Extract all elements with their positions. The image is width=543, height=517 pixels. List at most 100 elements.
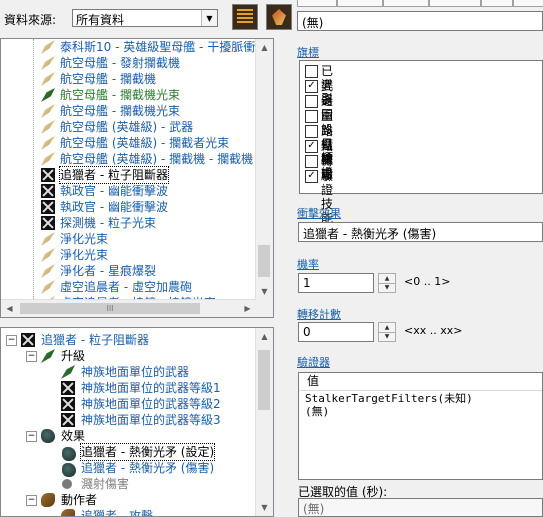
- validator-list[interactable]: 值 StalkerTargetFilters(未知) (無): [298, 372, 543, 480]
- top-tree-vscroll[interactable]: ▲ ▼: [255, 39, 273, 317]
- unchecked-icon[interactable]: [305, 155, 318, 168]
- transfer-count-input[interactable]: 0: [298, 322, 374, 342]
- transfer-count-value: 0: [303, 325, 311, 339]
- validator-column-header[interactable]: 值: [299, 373, 542, 391]
- hscroll-thumb[interactable]: III: [20, 303, 200, 314]
- crossed-blades-icon: [41, 200, 55, 214]
- chance-value: 1: [303, 276, 311, 290]
- scroll-thumb[interactable]: [258, 245, 270, 277]
- tab-2[interactable]: [337, 0, 383, 7]
- checked-icon[interactable]: ✓: [305, 170, 318, 183]
- tree-root[interactable]: 追獵者 - 粒子阻斷器: [41, 332, 149, 348]
- actor-header[interactable]: 動作者: [61, 492, 97, 508]
- list-item[interactable]: 淨化者 - 星痕爆裂: [60, 263, 156, 279]
- leaf-icon: [41, 88, 55, 102]
- list-item[interactable]: 淨化光束: [60, 231, 108, 247]
- crossed-blades-icon: [41, 216, 55, 230]
- checked-icon[interactable]: ✓: [305, 80, 318, 93]
- collapse-icon[interactable]: −: [26, 431, 37, 442]
- tab-4[interactable]: [429, 0, 481, 7]
- list-item[interactable]: 淨化光束: [60, 247, 108, 263]
- unchecked-icon[interactable]: [305, 65, 318, 78]
- chance-stepper[interactable]: ▲ ▼: [378, 273, 396, 293]
- list-item[interactable]: 航空母艦 (英雄級) - 武器: [60, 119, 193, 135]
- list-item[interactable]: 神族地面單位的武器: [81, 364, 189, 380]
- feather-icon: [41, 72, 55, 86]
- list-item[interactable]: StalkerTargetFilters(未知): [305, 392, 473, 405]
- scroll-down-icon[interactable]: ▼: [256, 499, 273, 516]
- list-item[interactable]: 執政官 - 幽能衝擊波: [60, 199, 168, 215]
- scroll-left-icon[interactable]: ◀: [1, 300, 18, 317]
- list-item[interactable]: 追獵者 - 熱衡光矛 (設定): [79, 443, 216, 461]
- list-item[interactable]: 追獵者 - 攻擊: [81, 508, 153, 516]
- table-view-button[interactable]: [232, 4, 258, 30]
- effect-icon: [62, 479, 72, 489]
- collapse-icon[interactable]: −: [26, 351, 37, 362]
- weapon-list[interactable]: 泰科斯10 - 英雄級聖母艦 - 干擾脈衝 航空母艦 - 發射攔截機 航空母艦 - …: [0, 38, 274, 318]
- unchecked-icon[interactable]: [305, 110, 318, 123]
- flags-label: 旗標: [297, 46, 319, 59]
- grip-icon: III: [106, 304, 114, 313]
- filter-button[interactable]: [266, 4, 292, 30]
- details-tree[interactable]: − 追獵者 - 粒子阻斷器 − 升級 神族地面單位的武器 神族地面單位的武器等級1 神族地面…: [0, 327, 274, 517]
- stepper-down-icon[interactable]: ▼: [379, 332, 395, 341]
- list-item[interactable]: 航空母艦 - 發射攔截機: [60, 55, 180, 71]
- collapse-icon[interactable]: −: [6, 335, 17, 346]
- list-item[interactable]: 航空母艦 (英雄級) - 攔截者光束: [60, 135, 229, 151]
- list-item[interactable]: 濺射傷害: [81, 476, 129, 492]
- upgrade-header[interactable]: 升級: [61, 348, 85, 364]
- list-item[interactable]: 神族地面單位的武器等級1: [81, 380, 221, 396]
- scroll-right-icon[interactable]: ▶: [239, 300, 256, 317]
- chance-input[interactable]: 1: [298, 273, 374, 293]
- list-item[interactable]: 執政官 - 幽能衝擊波: [60, 183, 168, 199]
- top-tree-hscroll[interactable]: ◀ III ▶: [1, 299, 256, 317]
- scroll-up-icon[interactable]: ▲: [256, 39, 273, 56]
- validator-label: 驗證器: [297, 356, 330, 369]
- list-item[interactable]: 神族地面單位的武器等級3: [81, 412, 221, 428]
- selected-value-field: (無): [298, 498, 543, 517]
- chevron-down-icon[interactable]: ▼: [201, 10, 217, 26]
- source-select[interactable]: 所有資料 ▼: [72, 9, 218, 27]
- list-item[interactable]: 探測機 - 粒子光束: [60, 215, 156, 231]
- collapse-icon[interactable]: −: [26, 495, 37, 506]
- list-item[interactable]: 追獵者 - 熱衡光矛 (傷害): [81, 460, 214, 476]
- transfer-count-stepper[interactable]: ▲ ▼: [378, 322, 396, 342]
- source-label: 資料來源:: [4, 13, 57, 27]
- header-field[interactable]: (無): [297, 11, 543, 31]
- stepper-down-icon[interactable]: ▼: [379, 283, 395, 292]
- flags-list[interactable]: 已導引 ✓ 武器 返回 重設目標 路徑驗證 ✓ 點撤退 轉移 ✓ 驗證技能: [299, 60, 543, 225]
- list-item[interactable]: 神族地面單位的武器等級2: [81, 396, 221, 412]
- crossed-blades-icon: [61, 413, 75, 427]
- list-item[interactable]: 航空母艦 - 攔截機: [60, 71, 156, 87]
- list-item[interactable]: 航空母艦 - 攔截機光束: [60, 103, 180, 119]
- crossed-blades-icon: [21, 333, 35, 347]
- effect-header[interactable]: 效果: [61, 428, 85, 444]
- crossed-blades-icon: [41, 168, 55, 182]
- list-item[interactable]: (無): [305, 405, 473, 418]
- tab-6[interactable]: [513, 0, 543, 7]
- table-icon: [237, 9, 253, 25]
- list-item[interactable]: 航空母艦 - 攔截機光束: [60, 87, 180, 103]
- list-item[interactable]: 追獵者 - 粒子阻斷器: [59, 166, 169, 184]
- effect-icon: [62, 463, 76, 477]
- tab-5[interactable]: [481, 0, 513, 7]
- scroll-up-icon[interactable]: ▲: [256, 328, 273, 345]
- impact-effect-field[interactable]: 追獵者 - 熱衡光矛 (傷害): [298, 222, 543, 242]
- unchecked-icon[interactable]: [305, 95, 318, 108]
- list-item[interactable]: 航空母艦 (英雄級) - 攔截機 - 攔截機: [60, 151, 253, 167]
- checked-icon[interactable]: ✓: [305, 140, 318, 153]
- tab-3[interactable]: [383, 0, 429, 7]
- scroll-thumb[interactable]: [258, 350, 270, 410]
- feather-icon: [41, 40, 55, 54]
- bottom-tree-vscroll[interactable]: ▲ ▼: [255, 328, 273, 516]
- list-item[interactable]: 虛空追晨者 - 虛空加農砲: [60, 279, 192, 295]
- transfer-count-range: <xx .. xx>: [404, 324, 463, 337]
- list-item[interactable]: 泰科斯10 - 英雄級聖母艦 - 干擾脈衝: [60, 39, 255, 55]
- feather-icon: [41, 56, 55, 70]
- feather-icon: [41, 120, 55, 134]
- tab-1[interactable]: [297, 0, 337, 7]
- unchecked-icon[interactable]: [305, 125, 318, 138]
- upgrade-icon: [61, 365, 75, 379]
- chance-label: 機率: [297, 258, 319, 271]
- scroll-down-icon[interactable]: ▼: [256, 283, 273, 300]
